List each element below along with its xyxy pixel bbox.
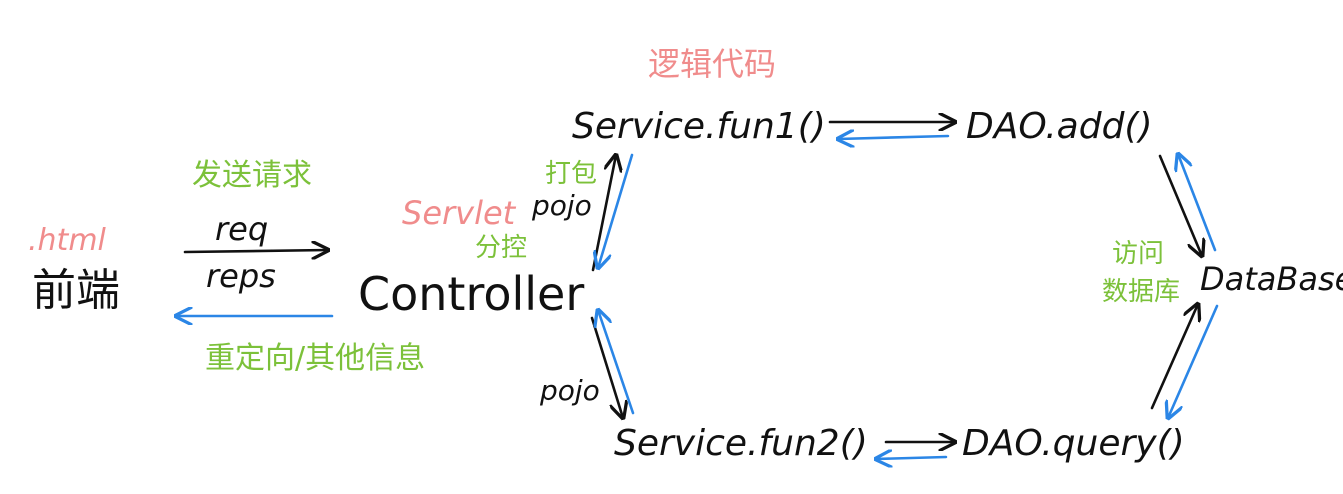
access-db-line1: 访问 xyxy=(1112,239,1164,269)
frontend-label: 前端 xyxy=(32,265,120,316)
pojo-top-label: pojo xyxy=(531,189,592,222)
service-fun2-label: Service.fun2() xyxy=(614,423,868,464)
dispatch-label: 分控 xyxy=(475,233,527,263)
reps-label: reps xyxy=(206,257,276,295)
dao-query-to-fun2-arrow xyxy=(876,457,948,459)
frontend-tag: .html xyxy=(28,223,107,258)
dao-query-label: DAO.query() xyxy=(962,423,1185,464)
request-arrow xyxy=(183,250,328,252)
req-label: req xyxy=(215,210,268,248)
service-fun1-label: Service.fun1() xyxy=(572,106,826,147)
db-to-dao-query-arrow xyxy=(1168,304,1219,418)
architecture-diagram: .html 前端 发送请求 req reps 重定向/其他信息 Servlet … xyxy=(28,45,1343,494)
database-label: DataBase xyxy=(1200,260,1343,298)
db-to-dao-add-arrow xyxy=(1178,154,1217,252)
pack-label: 打包 xyxy=(545,159,597,189)
dao-add-to-db-arrow xyxy=(1158,154,1202,256)
dao-add-label: DAO.add() xyxy=(966,106,1153,147)
pojo-bottom-label: pojo xyxy=(539,374,600,407)
logic-code-label: 逻辑代码 xyxy=(648,45,776,83)
fun1-to-controller-arrow xyxy=(598,153,634,268)
dao-query-to-db-arrow xyxy=(1150,304,1198,410)
redirect-label: 重定向/其他信息 xyxy=(205,341,425,376)
controller-label: Controller xyxy=(358,267,584,321)
send-request-label: 发送请求 xyxy=(192,158,312,193)
dao-add-to-fun1-arrow xyxy=(838,136,950,139)
controller-tag: Servlet xyxy=(402,194,517,232)
access-db-line2: 数据库 xyxy=(1102,277,1180,307)
